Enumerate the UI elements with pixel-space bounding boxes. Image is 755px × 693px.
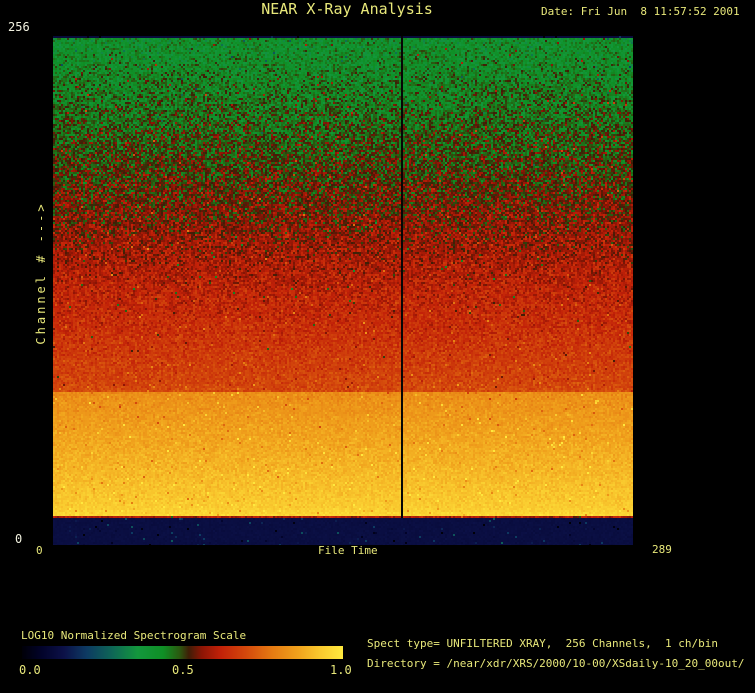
date-label: Date: Fri Jun 8 11:57:52 2001 <box>541 5 740 18</box>
colorbar-tick-mid: 0.5 <box>172 663 194 677</box>
colorbar-canvas <box>22 646 343 659</box>
spectrogram-canvas <box>53 36 633 545</box>
near-xray-analysis-window: NEAR X-Ray Analysis Date: Fri Jun 8 11:5… <box>0 0 755 693</box>
x-axis-min-tick: 0 <box>36 544 43 557</box>
colorbar-label: LOG10 Normalized Spectrogram Scale <box>21 629 247 642</box>
y-axis-min-tick: 0 <box>15 532 23 546</box>
x-axis-title: File Time <box>318 544 378 557</box>
page-title: NEAR X-Ray Analysis <box>261 0 433 18</box>
directory-line: Directory = /near/xdr/XRS/2000/10-00/XSd… <box>367 657 745 670</box>
y-axis-max-tick: 256 <box>8 20 30 34</box>
colorbar-tick-low: 0.0 <box>19 663 41 677</box>
spect-type-line: Spect type= UNFILTERED XRAY, 256 Channel… <box>367 637 718 650</box>
x-axis-max-tick: 289 <box>652 543 672 556</box>
y-axis-title: Channel # ---> <box>34 201 48 345</box>
colorbar-tick-high: 1.0 <box>330 663 352 677</box>
